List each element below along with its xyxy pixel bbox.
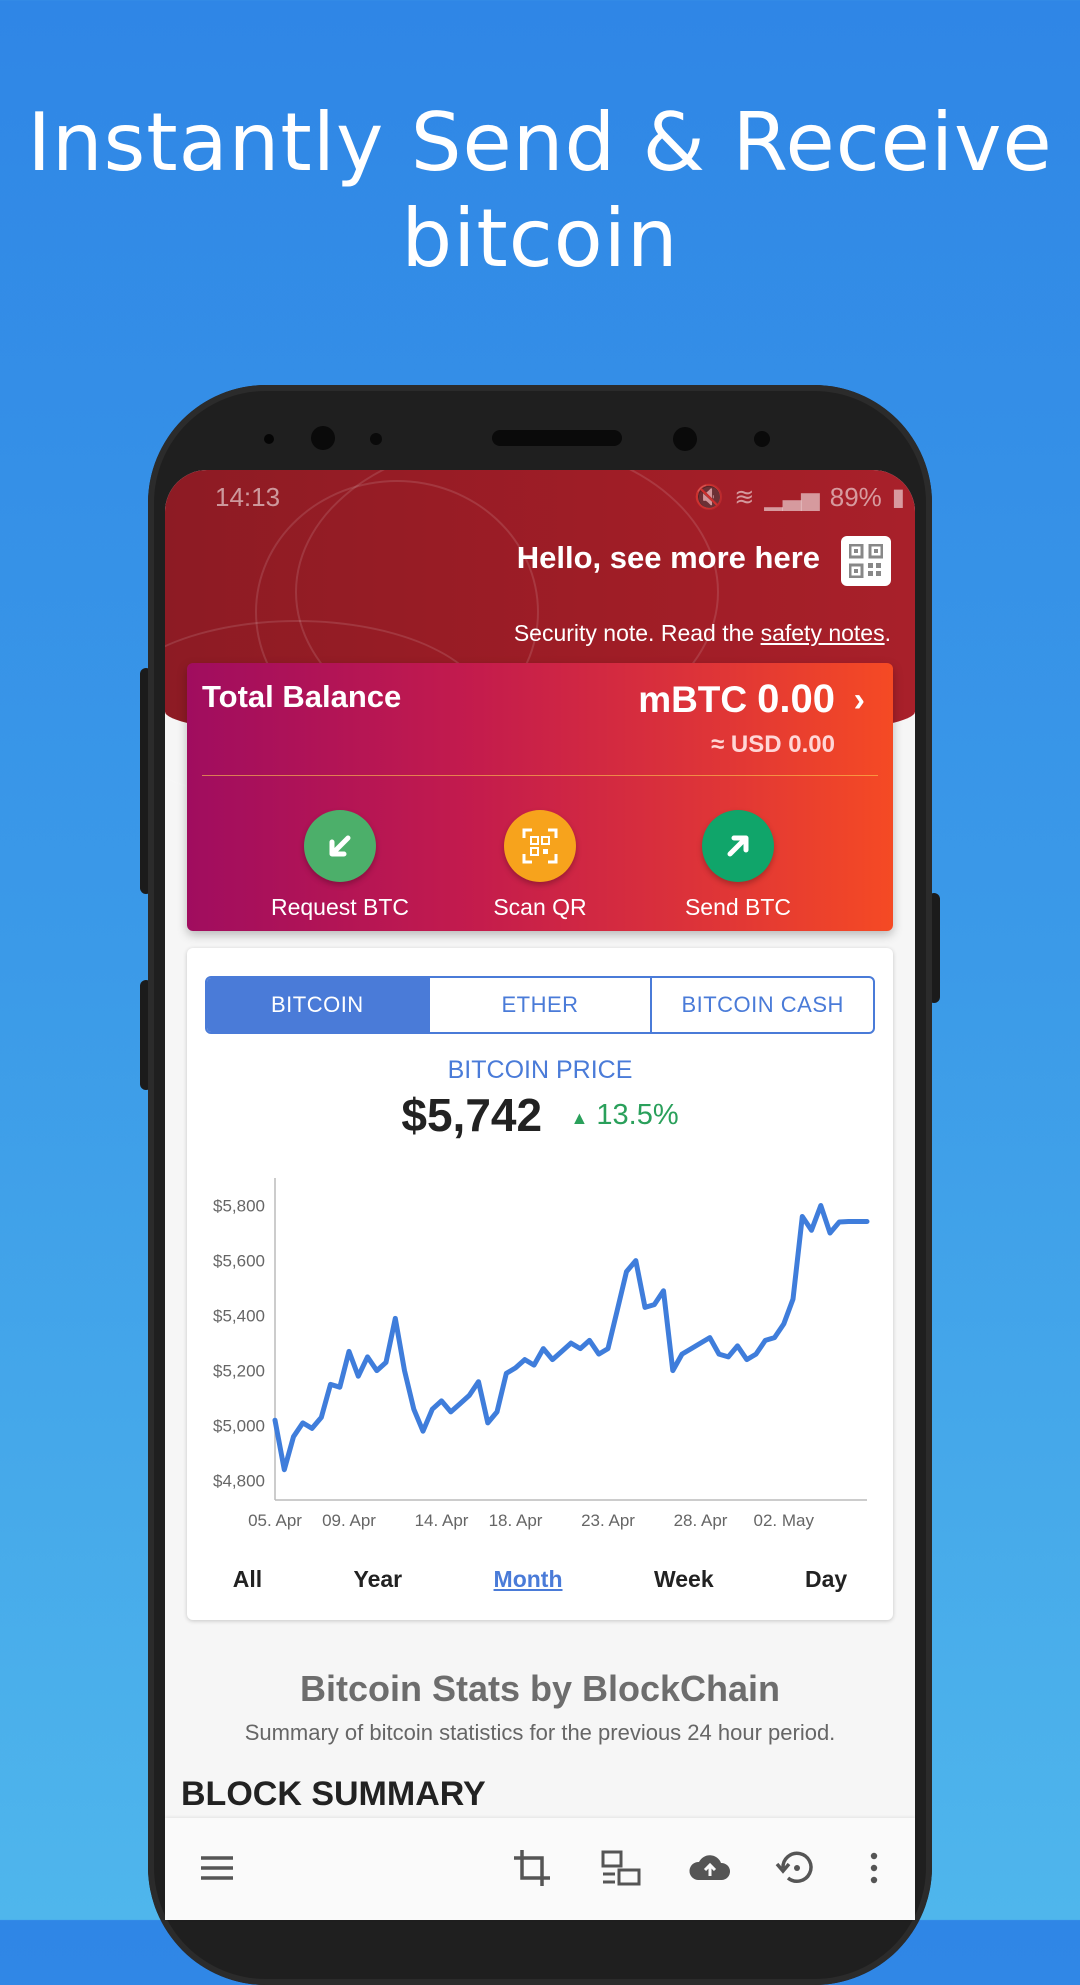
- arrow-up-right-icon: [727, 835, 749, 857]
- balance-value: 0.00: [757, 677, 835, 721]
- block-summary-heading: BLOCK SUMMARY: [181, 1775, 486, 1813]
- balance-divider: [202, 775, 878, 776]
- phone-sensor: [264, 434, 274, 444]
- safety-notes-link[interactable]: safety notes: [761, 620, 885, 646]
- currency-tabs: BITCOIN ETHER BITCOIN CASH: [205, 976, 875, 1034]
- x-tick-label: 28. Apr: [674, 1511, 728, 1530]
- qr-code-button[interactable]: [841, 536, 891, 586]
- arrow-down-left-icon: [329, 835, 351, 857]
- range-month[interactable]: Month: [494, 1566, 563, 1606]
- stats-title: Bitcoin Stats by BlockChain: [299, 1668, 781, 1709]
- mute-icon: 🔇: [694, 484, 725, 511]
- devices-icon[interactable]: [599, 1846, 643, 1890]
- qr-scan-icon: [522, 828, 558, 864]
- crop-icon[interactable]: [510, 1846, 554, 1890]
- price-row: $5,742 ▲ 13.5%: [187, 1088, 893, 1142]
- request-btc-button[interactable]: Request BTC: [240, 810, 440, 921]
- y-tick-label: $5,000: [213, 1417, 265, 1436]
- balance-usd-value: 0.00: [788, 731, 835, 758]
- range-selector: All Year Month Week Day: [187, 1566, 893, 1606]
- balance-amount[interactable]: mBTC 0.00: [638, 677, 835, 722]
- send-btc-label: Send BTC: [684, 894, 792, 920]
- y-tick-label: $4,800: [213, 1472, 265, 1491]
- range-week[interactable]: Week: [654, 1566, 714, 1606]
- balance-card: Total Balance mBTC 0.00 › ≈ USD 0.00 Requ…: [187, 663, 893, 931]
- y-tick-label: $5,200: [213, 1362, 265, 1381]
- headline-line-1: Instantly Send & Receive: [27, 96, 1053, 189]
- range-all[interactable]: All: [233, 1566, 262, 1606]
- total-balance-label: Total Balance: [202, 679, 402, 714]
- cloud-upload-icon[interactable]: [688, 1846, 732, 1890]
- send-btc-button[interactable]: Send BTC: [638, 810, 838, 921]
- x-tick-label: 09. Apr: [322, 1511, 376, 1530]
- triangle-up-icon: ▲: [570, 1107, 589, 1128]
- phone-speaker: [492, 430, 622, 446]
- qr-code-icon: [849, 544, 883, 578]
- price-title: BITCOIN PRICE: [447, 1056, 633, 1084]
- bottom-toolbar: [165, 1818, 915, 1920]
- phone-sensor: [370, 433, 382, 445]
- scan-qr-circle: [504, 810, 576, 882]
- price-change-value: 13.5%: [596, 1098, 679, 1131]
- phone-sensor: [754, 431, 770, 447]
- battery-percent: 89%: [829, 482, 882, 512]
- price-series-line: [272, 1203, 870, 1473]
- y-tick-label: $5,800: [213, 1197, 265, 1216]
- price-value: $5,742: [401, 1089, 543, 1141]
- y-tick-label: $5,400: [213, 1307, 265, 1326]
- x-tick-label: 02. May: [754, 1511, 815, 1530]
- security-note: Security note. Read the safety notes.: [514, 620, 891, 647]
- wifi-icon: ≋: [734, 484, 755, 511]
- headline-line-2: bitcoin: [401, 192, 679, 285]
- send-btc-circle: [702, 810, 774, 882]
- battery-icon: ▮: [891, 484, 905, 511]
- chevron-right-icon[interactable]: ›: [854, 681, 865, 720]
- status-time: 14:13: [215, 482, 281, 512]
- restore-icon[interactable]: [774, 1846, 818, 1890]
- price-chart-card: BITCOIN ETHER BITCOIN CASH BITCOIN PRICE…: [187, 948, 893, 1620]
- scan-qr-label: Scan QR: [493, 894, 587, 920]
- tab-ether[interactable]: ETHER: [430, 978, 653, 1032]
- stats-subtitle: Summary of bitcoin statistics for the pr…: [244, 1720, 836, 1745]
- more-vert-icon[interactable]: [852, 1846, 896, 1890]
- balance-usd-prefix: ≈ USD: [711, 731, 782, 758]
- status-bar: 14:13 🔇 ≋ ▁▃▅ 89% ▮: [215, 482, 905, 522]
- phone-front-camera: [311, 426, 335, 450]
- signal-icon: ▁▃▅: [764, 484, 820, 511]
- range-year[interactable]: Year: [354, 1566, 403, 1606]
- scan-qr-button[interactable]: Scan QR: [440, 810, 640, 921]
- x-tick-label: 23. Apr: [581, 1511, 635, 1530]
- balance-unit: mBTC: [638, 679, 748, 720]
- y-tick-label: $5,600: [213, 1252, 265, 1271]
- security-note-end: .: [884, 620, 891, 646]
- menu-icon[interactable]: [195, 1846, 239, 1890]
- balance-usd: ≈ USD 0.00: [711, 731, 835, 759]
- greeting-link[interactable]: Hello, see more here: [517, 540, 820, 576]
- price-chart[interactable]: $5,800 $5,600 $5,400 $5,200 $5,000 $4,800 05. …: [187, 1168, 893, 1548]
- range-day[interactable]: Day: [805, 1566, 847, 1606]
- x-tick-label: 18. Apr: [489, 1511, 543, 1530]
- tab-bitcoin-cash[interactable]: BITCOIN CASH: [652, 978, 873, 1032]
- x-tick-label: 14. Apr: [415, 1511, 469, 1530]
- phone-screen: 14:13 🔇 ≋ ▁▃▅ 89% ▮ Hello, see more here…: [165, 470, 915, 1920]
- security-note-text: Security note. Read the: [513, 620, 761, 646]
- phone-iris-sensor: [673, 427, 697, 451]
- status-icons: 🔇 ≋ ▁▃▅ 89% ▮: [694, 482, 905, 513]
- tab-bitcoin[interactable]: BITCOIN: [207, 978, 430, 1032]
- x-tick-label: 05. Apr: [248, 1511, 302, 1530]
- promo-headline: Instantly Send & Receive bitcoin: [0, 95, 1080, 287]
- request-btc-label: Request BTC: [270, 894, 410, 920]
- price-change: ▲ 13.5%: [571, 1099, 679, 1131]
- request-btc-circle: [304, 810, 376, 882]
